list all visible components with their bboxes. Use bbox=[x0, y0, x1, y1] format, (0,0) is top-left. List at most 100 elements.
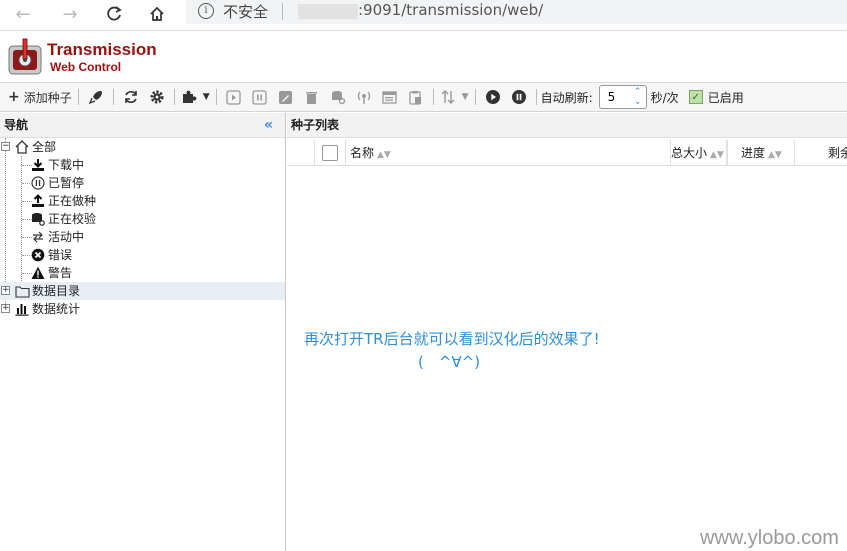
address-separator bbox=[282, 3, 283, 20]
app-title: Transmission bbox=[47, 40, 157, 59]
plugins-menu-button[interactable]: ▼ bbox=[181, 86, 210, 108]
toolbar-separator bbox=[112, 89, 114, 105]
column-spacer bbox=[287, 140, 315, 166]
pause-circle-icon bbox=[30, 175, 46, 191]
column-remaining[interactable]: 剩余 bbox=[795, 140, 847, 166]
broadcast-icon bbox=[357, 91, 370, 104]
rename-button[interactable] bbox=[275, 86, 297, 108]
toolbar-separator bbox=[77, 89, 79, 105]
nav-item-seeding[interactable]: 正在做种 bbox=[0, 192, 285, 210]
nav-item-checking[interactable]: 正在校验 bbox=[0, 210, 285, 228]
collapse-node-icon[interactable]: − bbox=[1, 142, 10, 151]
tree-branch-line bbox=[22, 183, 32, 184]
home-icon[interactable] bbox=[144, 2, 170, 26]
select-all-checkbox[interactable] bbox=[322, 145, 338, 161]
overlay-emoticon: ( ^∀^) bbox=[418, 353, 481, 371]
enabled-label: 已启用 bbox=[707, 90, 744, 105]
sort-icon: ▲▼ bbox=[710, 150, 724, 160]
start-all-button[interactable] bbox=[482, 86, 504, 108]
spinner-up-icon[interactable]: ⌃ bbox=[632, 87, 644, 97]
play-square-icon bbox=[226, 89, 241, 105]
nav-item-active[interactable]: 活动中 bbox=[0, 228, 285, 246]
properties-button[interactable] bbox=[379, 86, 401, 108]
copy-button[interactable] bbox=[405, 86, 427, 108]
refresh-button[interactable] bbox=[120, 86, 142, 108]
queue-menu-button[interactable]: ▼ bbox=[440, 86, 469, 108]
reannounce-button[interactable] bbox=[353, 86, 375, 108]
trash-icon bbox=[306, 91, 318, 104]
tree-branch-line bbox=[22, 237, 32, 238]
nav-item-downloading[interactable]: 下载中 bbox=[0, 156, 285, 174]
caret-down-icon: ▼ bbox=[461, 92, 469, 102]
security-label[interactable]: 不安全 bbox=[223, 1, 268, 22]
browser-toolbar: ← → i 不安全 :9091/transmission/web/ bbox=[0, 0, 847, 31]
sort-icon: ▲▼ bbox=[768, 150, 782, 160]
enabled-checkbox[interactable]: ✓ bbox=[688, 90, 703, 104]
tree-branch-line bbox=[22, 273, 32, 274]
back-icon[interactable]: ← bbox=[10, 2, 36, 26]
settings-button[interactable] bbox=[146, 86, 168, 108]
folder-icon bbox=[14, 283, 30, 299]
torrent-list-panel: 种子列表 名称 ▲▼ 总大小 ▲▼ 进度 ▲▼ 剩余 再次打开TR后台就可以看到汉化后… bbox=[287, 113, 847, 551]
nav-item-statistics[interactable]: + 数据统计 bbox=[0, 300, 285, 318]
start-button[interactable] bbox=[223, 86, 245, 108]
nav-item-all[interactable]: − 全部 bbox=[0, 138, 285, 156]
forward-icon[interactable]: → bbox=[57, 2, 83, 26]
spinner-down-icon[interactable]: ⌄ bbox=[632, 97, 644, 107]
add-torrent-label: 添加种子 bbox=[23, 90, 72, 105]
nav-item-data-folders[interactable]: + 数据目录 bbox=[0, 282, 285, 300]
add-torrent-button[interactable]: + 添加种子 bbox=[8, 86, 72, 108]
nav-item-label: 活动中 bbox=[48, 230, 85, 244]
toolbar-separator bbox=[215, 89, 217, 105]
watermark-text: www.ylobo.com bbox=[700, 527, 839, 549]
pause-all-button[interactable] bbox=[508, 86, 530, 108]
nav-item-label: 数据目录 bbox=[32, 284, 81, 298]
sort-icon: ▲▼ bbox=[377, 150, 391, 160]
nav-item-label: 数据统计 bbox=[32, 302, 81, 316]
warning-icon bbox=[30, 265, 46, 281]
toolbar-separator bbox=[535, 89, 537, 105]
play-circle-icon bbox=[485, 90, 500, 104]
pause-circle-icon bbox=[511, 90, 526, 104]
refresh-interval-spinner[interactable]: ⌃ ⌄ bbox=[598, 85, 647, 109]
tree-branch-line bbox=[22, 219, 32, 220]
plus-icon: + bbox=[8, 89, 20, 105]
torrent-list-header: 种子列表 bbox=[287, 113, 847, 138]
expand-node-icon[interactable]: + bbox=[1, 304, 10, 313]
sort-arrows-icon bbox=[441, 90, 455, 104]
url-text[interactable]: :9091/transmission/web/ bbox=[358, 1, 543, 19]
tree-branch-line bbox=[22, 165, 32, 166]
upload-icon bbox=[30, 193, 46, 209]
nav-item-label: 正在做种 bbox=[48, 194, 97, 208]
edit-icon bbox=[279, 90, 293, 104]
toolbar-separator bbox=[432, 89, 434, 105]
refresh-unit-label: 秒/次 bbox=[650, 90, 679, 105]
overlay-message: 再次打开TR后台就可以看到汉化后的效果了! bbox=[304, 330, 600, 348]
column-progress[interactable]: 进度 ▲▼ bbox=[727, 140, 795, 166]
nav-item-label: 正在校验 bbox=[48, 212, 97, 226]
info-icon[interactable]: i bbox=[198, 3, 214, 19]
nav-title: 导航 bbox=[4, 118, 29, 132]
rocket-button[interactable] bbox=[85, 86, 107, 108]
column-name[interactable]: 名称 ▲▼ bbox=[345, 140, 671, 166]
nav-item-warning[interactable]: 警告 bbox=[0, 264, 285, 282]
nav-item-error[interactable]: 错误 bbox=[0, 246, 285, 264]
remove-button[interactable] bbox=[301, 86, 323, 108]
bar-chart-icon bbox=[14, 301, 30, 317]
exchange-icon bbox=[30, 229, 46, 245]
download-icon bbox=[30, 157, 46, 173]
column-size[interactable]: 总大小 ▲▼ bbox=[671, 140, 727, 166]
verify-button[interactable] bbox=[327, 86, 349, 108]
expand-node-icon[interactable]: + bbox=[1, 286, 10, 295]
nav-tree: − 全部 下载中 已暂停 正在做种 正在校验 活动中 错误 警告 + 数据目录 … bbox=[0, 138, 285, 318]
column-header-row: 名称 ▲▼ 总大小 ▲▼ 进度 ▲▼ 剩余 bbox=[287, 140, 847, 166]
collapse-left-icon[interactable]: « bbox=[264, 113, 273, 138]
nav-item-paused[interactable]: 已暂停 bbox=[0, 174, 285, 192]
error-circle-icon bbox=[30, 247, 46, 263]
column-progress-label: 进度 bbox=[741, 146, 766, 160]
pause-button[interactable] bbox=[249, 86, 271, 108]
reload-icon[interactable] bbox=[101, 2, 127, 26]
column-size-label: 总大小 bbox=[671, 146, 708, 160]
address-bar[interactable]: i 不安全 :9091/transmission/web/ bbox=[186, 0, 847, 24]
database-search-icon bbox=[331, 91, 345, 105]
